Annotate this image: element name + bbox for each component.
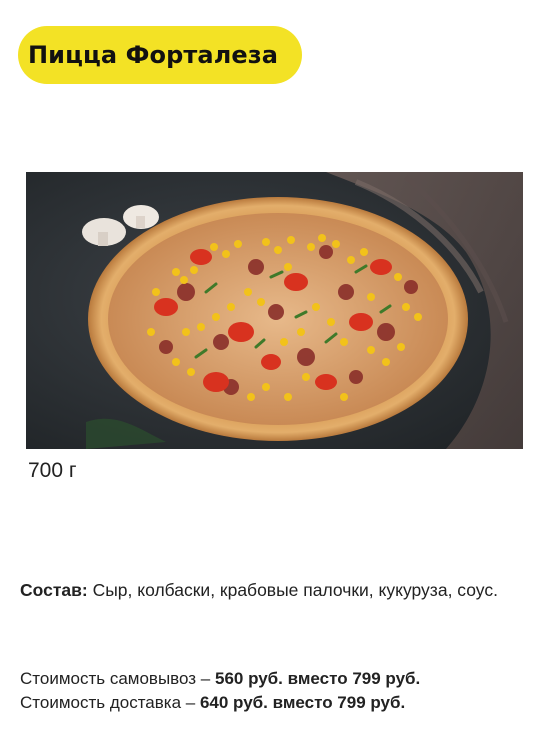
price-pickup-label: Стоимость самовывоз – xyxy=(20,669,215,688)
pizza-illustration xyxy=(26,172,523,449)
price-delivery-label: Стоимость доставка – xyxy=(20,693,200,712)
product-title-badge: Пицца Форталеза xyxy=(18,26,302,84)
price-delivery: Стоимость доставка – 640 руб. вместо 799… xyxy=(20,691,550,715)
price-pickup-value: 560 руб. вместо 799 руб. xyxy=(214,669,421,688)
pizza-photo xyxy=(26,172,523,449)
composition-label: Состав: xyxy=(20,580,88,600)
price-pickup: Стоимость самовывоз – 560 руб. вместо 79… xyxy=(20,667,550,691)
composition-text: Сыр, колбаски, крабовые палочки, кукуруз… xyxy=(87,580,498,600)
product-weight: 700 г xyxy=(28,459,77,482)
product-title: Пицца Форталеза xyxy=(28,41,279,69)
price-block: Стоимость самовывоз – 560 руб. вместо 79… xyxy=(20,667,550,715)
price-delivery-value: 640 руб. вместо 799 руб. xyxy=(199,693,406,712)
composition-block: Состав: Сыр, колбаски, крабовые палочки,… xyxy=(20,577,540,603)
